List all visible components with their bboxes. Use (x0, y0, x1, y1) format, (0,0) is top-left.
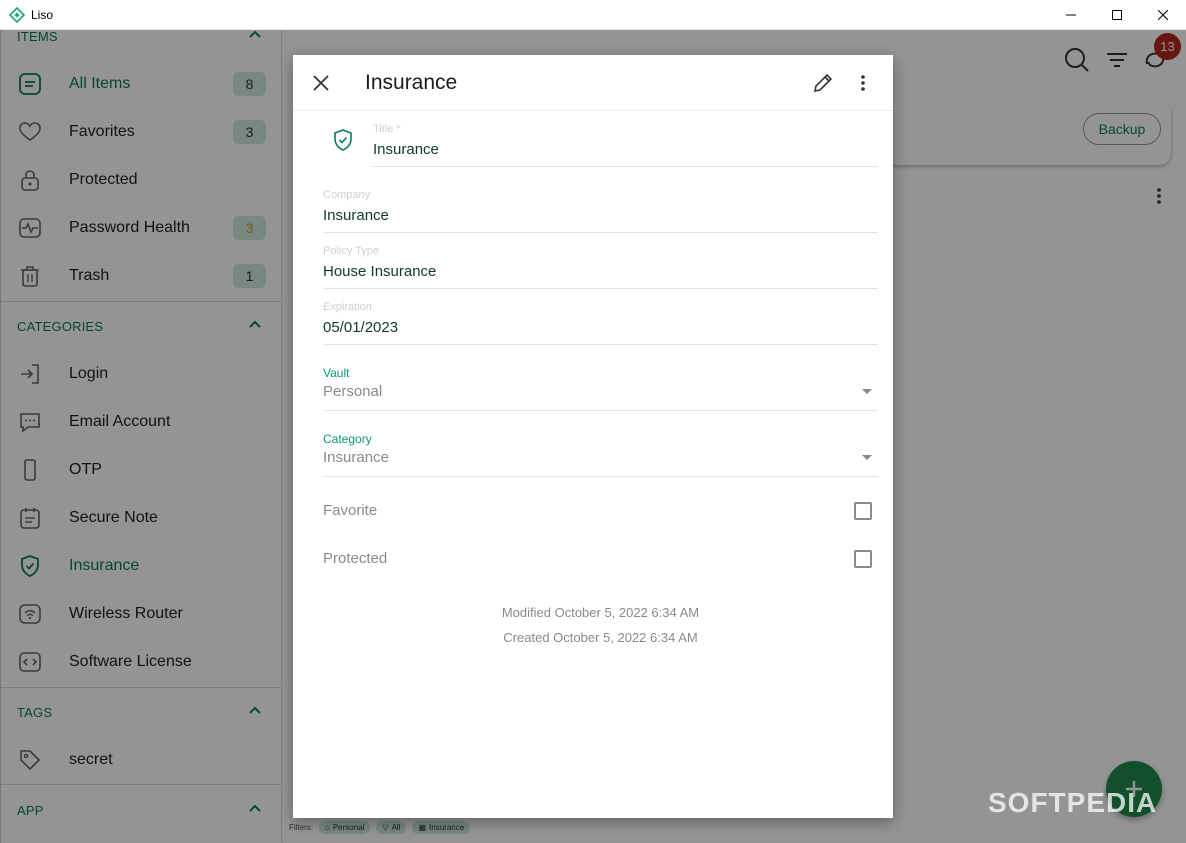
field-value: 05/01/2023 (323, 319, 399, 336)
expiration-field[interactable]: Expiration 05/01/2023 (323, 300, 878, 345)
dialog-header: Insurance (293, 55, 893, 111)
favorite-checkbox[interactable] (854, 502, 872, 520)
dialog-title: Insurance (365, 71, 458, 94)
field-label: Expiration (323, 301, 372, 313)
field-value: Insurance (323, 449, 389, 466)
window-titlebar: Liso (0, 0, 1186, 30)
more-vert-icon[interactable] (855, 71, 871, 95)
watermark: SOFTPEDIA (988, 787, 1158, 818)
minimize-icon (1066, 14, 1076, 16)
dropdown-arrow-icon (862, 389, 872, 394)
close-window-button[interactable] (1140, 0, 1186, 30)
liso-logo-icon (9, 6, 25, 23)
vault-dropdown[interactable]: Vault Personal (323, 365, 878, 411)
company-field[interactable]: Company Insurance (323, 188, 878, 233)
field-value: Insurance (373, 141, 439, 158)
window-title: Liso (31, 7, 54, 22)
field-value: Personal (323, 383, 383, 400)
favorite-label: Favorite (323, 502, 378, 519)
favorite-row[interactable]: Favorite (323, 496, 878, 526)
protected-checkbox[interactable] (854, 550, 872, 568)
dropdown-arrow-icon (862, 455, 872, 460)
field-label: Title * (373, 123, 401, 135)
edit-pencil-icon[interactable] (811, 71, 835, 95)
field-label: Policy Type (323, 245, 380, 257)
item-dialog: Insurance Title * Insurance Company Insu… (293, 55, 893, 818)
close-icon[interactable] (309, 71, 333, 95)
shield-icon (334, 129, 352, 151)
maximize-button[interactable] (1094, 0, 1140, 30)
protected-row[interactable]: Protected (323, 544, 878, 574)
policy-type-field[interactable]: Policy Type House Insurance (323, 244, 878, 289)
maximize-icon (1112, 10, 1122, 20)
field-label: Vault (323, 366, 350, 380)
close-icon (1158, 10, 1168, 20)
title-field[interactable]: Title * Insurance (373, 121, 878, 167)
modified-timestamp: Modified October 5, 2022 6:34 AM (501, 605, 700, 620)
category-dropdown[interactable]: Category Insurance (323, 431, 878, 477)
created-timestamp: Created October 5, 2022 6:34 AM (503, 630, 698, 645)
minimize-button[interactable] (1048, 0, 1094, 30)
field-label: Category (323, 432, 372, 446)
field-label: Company (323, 189, 371, 201)
protected-label: Protected (323, 550, 388, 567)
field-value: House Insurance (323, 263, 437, 280)
field-value: Insurance (323, 207, 389, 224)
